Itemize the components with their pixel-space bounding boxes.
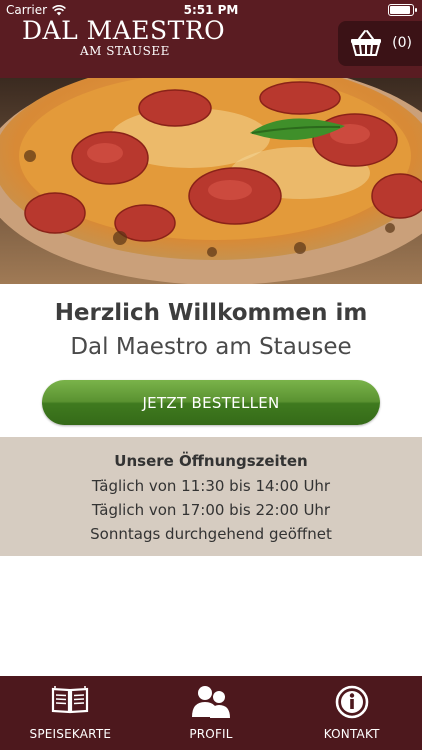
tab-bar: SPEISEKARTE PROFIL KONTAKT	[0, 676, 422, 750]
pizza-illustration	[0, 78, 422, 284]
tab-label: KONTAKT	[323, 727, 380, 741]
hours-row: Täglich von 17:00 bis 22:00 Uhr	[91, 501, 331, 519]
cart-button[interactable]: (0)	[338, 21, 422, 66]
battery-icon	[388, 4, 417, 16]
tab-label: SPEISEKARTE	[29, 727, 112, 741]
profile-icon	[192, 686, 230, 718]
order-now-button[interactable]: JETZT BESTELLEN	[42, 380, 380, 425]
hours-row: Täglich von 11:30 bis 14:00 Uhr	[91, 477, 331, 495]
opening-hours: Unsere Öffnungszeiten Täglich von 11:30 …	[0, 437, 422, 556]
tab-speisekarte[interactable]: SPEISEKARTE	[0, 676, 141, 750]
welcome-heading: Herzlich Willkommen im	[54, 300, 368, 326]
status-time: 5:51 PM	[183, 3, 239, 17]
cart-count: (0)	[392, 35, 412, 51]
restaurant-logo: DAL MAESTRO AM STAUSEE	[22, 16, 226, 58]
pizza-photo	[0, 78, 422, 284]
app-header: Carrier 5:51 PM DAL MAESTRO AM STAUSEE (…	[0, 0, 422, 78]
hours-row: Sonntags durchgehend geöffnet	[90, 525, 332, 543]
info-icon	[335, 685, 368, 719]
tab-label: PROFIL	[189, 727, 233, 741]
logo-sub-text: AM STAUSEE	[80, 44, 170, 58]
restaurant-name: Dal Maestro am Stausee	[70, 334, 352, 360]
tab-profil[interactable]: PROFIL	[141, 676, 282, 750]
basket-icon	[351, 30, 381, 56]
welcome-section: Herzlich Willkommen im Dal Maestro am St…	[0, 298, 422, 362]
hours-title: Unsere Öffnungszeiten	[114, 452, 308, 470]
tab-kontakt[interactable]: KONTAKT	[281, 676, 422, 750]
book-icon	[52, 686, 89, 714]
logo-main-text: DAL MAESTRO	[22, 16, 226, 45]
